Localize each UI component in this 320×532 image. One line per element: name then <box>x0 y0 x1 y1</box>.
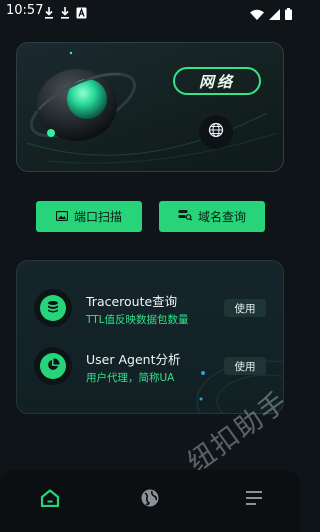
globe-button[interactable] <box>199 115 233 149</box>
nav-home[interactable] <box>38 488 62 512</box>
port-scan-label: 端口扫描 <box>73 210 122 224</box>
list-item-user-agent[interactable]: User Agent分析 用户代理，简称UA 使用 <box>17 343 283 393</box>
battery-icon <box>285 5 292 24</box>
use-button[interactable]: 使用 <box>224 357 266 375</box>
item-icon-wrap <box>34 289 72 327</box>
more-icon <box>244 489 264 511</box>
use-button[interactable]: 使用 <box>224 299 266 317</box>
nav-network[interactable] <box>138 488 162 512</box>
download-icon <box>44 4 54 23</box>
status-left-icons <box>44 4 87 23</box>
hero-card: 网络 <box>16 42 284 172</box>
nav-more[interactable] <box>242 488 266 512</box>
status-right-icons <box>250 5 292 24</box>
item-subtitle: 用户代理，简称UA <box>86 372 175 384</box>
signal-icon <box>269 5 280 24</box>
list-item-traceroute[interactable]: Traceroute查询 TTL值反映数据包数量 使用 <box>17 285 283 335</box>
font-a-icon <box>76 4 87 23</box>
image-icon <box>55 210 69 224</box>
tools-list-card: Traceroute查询 TTL值反映数据包数量 使用 User Agent分析… <box>16 260 284 414</box>
domain-query-button[interactable]: 域名查询 <box>159 201 265 232</box>
item-icon-wrap <box>34 347 72 385</box>
item-title: Traceroute查询 <box>86 294 178 309</box>
status-time: 10:57 <box>6 3 44 18</box>
globe-icon <box>140 488 160 512</box>
pie-chart-icon <box>46 357 60 376</box>
port-scan-button[interactable]: 端口扫描 <box>36 201 142 232</box>
wifi-icon <box>250 5 264 24</box>
planet-illustration <box>26 51 278 164</box>
globe-icon <box>208 122 224 142</box>
item-title: User Agent分析 <box>86 352 181 367</box>
database-icon <box>46 299 60 318</box>
server-search-icon <box>178 209 193 224</box>
home-icon <box>40 489 60 511</box>
network-title: 网络 <box>173 67 261 95</box>
status-bar: 10:57 <box>0 0 300 22</box>
download-icon <box>60 4 70 23</box>
domain-query-label: 域名查询 <box>197 210 246 224</box>
item-subtitle: TTL值反映数据包数量 <box>86 314 189 326</box>
bottom-nav <box>0 470 300 532</box>
